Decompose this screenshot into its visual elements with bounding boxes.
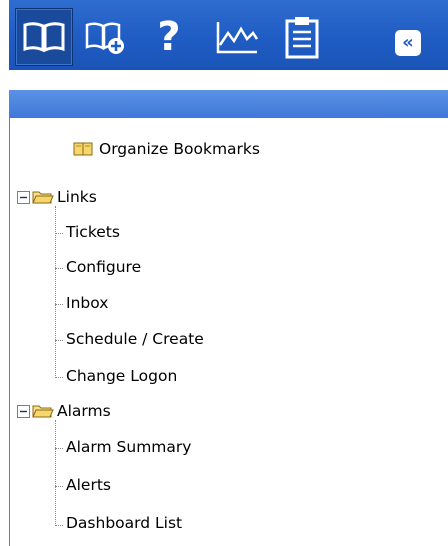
organize-bookmarks-link[interactable]: Organize Bookmarks: [73, 140, 260, 158]
tree-guide: [55, 206, 56, 378]
tree-branch: [55, 268, 63, 269]
tree-item-change-logon[interactable]: Change Logon: [66, 367, 177, 385]
add-bookmark-icon: [85, 22, 124, 54]
collapse-minus-icon[interactable]: [17, 404, 30, 418]
tree-item-inbox[interactable]: Inbox: [66, 294, 108, 312]
clipboard-icon: [285, 17, 319, 59]
tree-group-label[interactable]: Links: [57, 188, 97, 206]
tree-branch: [55, 377, 63, 378]
tree-group-alarms: Alarms: [17, 402, 111, 420]
help-icon: ?: [157, 14, 181, 60]
collapse-icon: «: [402, 32, 413, 53]
chart-button[interactable]: [208, 8, 266, 66]
tree-item-dashboard-list[interactable]: Dashboard List: [66, 514, 182, 532]
folder-open-icon: [32, 405, 54, 418]
clipboard-button[interactable]: [273, 8, 331, 66]
add-bookmark-button[interactable]: [77, 8, 135, 66]
tree-item-configure[interactable]: Configure: [66, 258, 141, 276]
tree-branch: [55, 525, 63, 526]
tree-item-alarm-summary[interactable]: Alarm Summary: [66, 438, 191, 456]
organize-bookmarks-label: Organize Bookmarks: [99, 140, 260, 158]
bookmark-book-icon: [73, 142, 93, 156]
collapse-minus-icon[interactable]: [17, 190, 30, 204]
chart-icon: [216, 22, 259, 54]
tree-branch: [55, 233, 63, 234]
panel-header-bar: [9, 90, 448, 118]
help-button[interactable]: ?: [140, 8, 198, 66]
tree-item-schedule-create[interactable]: Schedule / Create: [66, 330, 204, 348]
toolbar: ?: [9, 0, 448, 70]
tree-group-links: Links: [17, 188, 97, 206]
tree-branch: [55, 486, 63, 487]
folder-open-icon: [32, 191, 54, 204]
book-icon: [23, 22, 65, 53]
collapse-panel-button[interactable]: «: [395, 30, 421, 56]
tree-item-alerts[interactable]: Alerts: [66, 476, 111, 494]
tree-item-tickets[interactable]: Tickets: [66, 223, 120, 241]
bookmarks-button[interactable]: [15, 8, 73, 66]
tree-group-label[interactable]: Alarms: [57, 402, 111, 420]
tree-branch: [55, 448, 63, 449]
tree-guide: [55, 420, 56, 526]
tree-branch: [55, 304, 63, 305]
tree-branch: [55, 340, 63, 341]
